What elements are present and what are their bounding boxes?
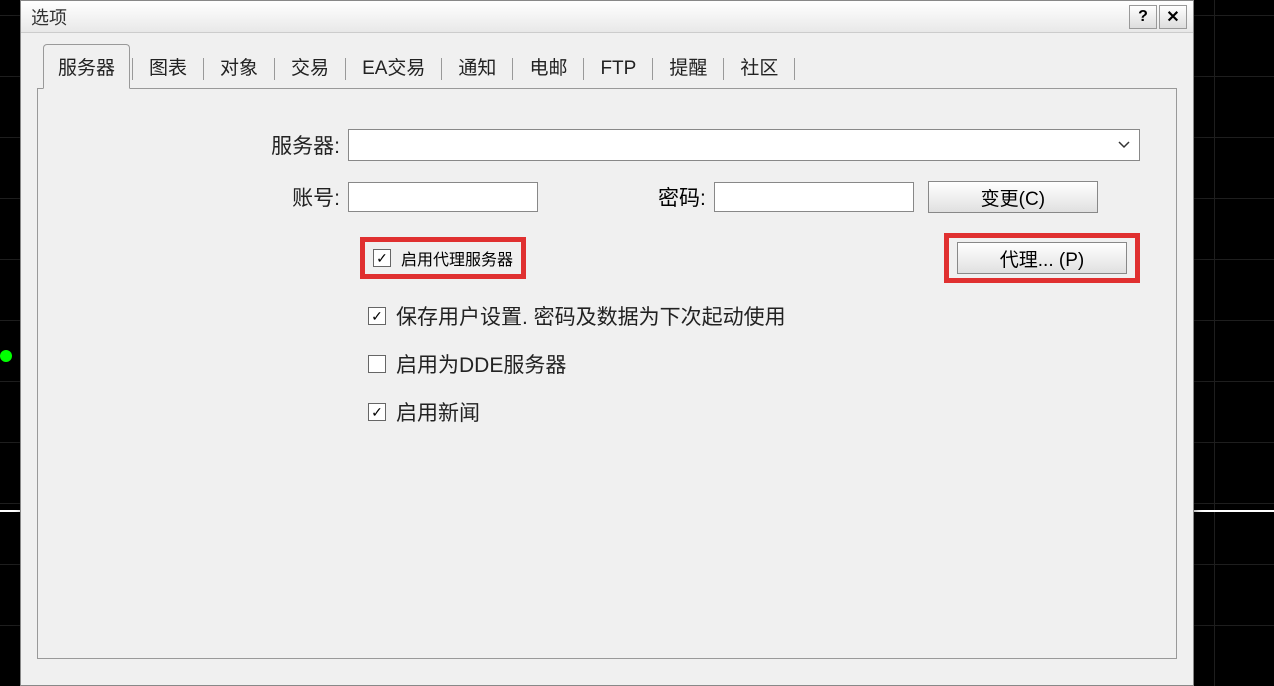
chevron-down-icon[interactable] <box>1111 132 1137 158</box>
highlight-proxy-button: 代理... (P) <box>944 233 1140 283</box>
server-label: 服务器: <box>68 130 348 160</box>
save-settings-label: 保存用户设置. 密码及数据为下次起动使用 <box>396 301 786 331</box>
server-row: 服务器: <box>68 129 1146 161</box>
titlebar: 选项 ? ✕ <box>21 1 1193 33</box>
enable-news-row: ✓ 启用新闻 <box>368 397 1146 427</box>
enable-dde-checkbox[interactable] <box>368 355 386 373</box>
tab-ea[interactable]: EA交易 <box>348 45 439 88</box>
password-label: 密码: <box>658 182 714 212</box>
server-combobox[interactable] <box>348 129 1140 161</box>
enable-dde-row: 启用为DDE服务器 <box>368 349 1146 379</box>
tab-chart[interactable]: 图表 <box>135 45 201 88</box>
proxy-button[interactable]: 代理... (P) <box>957 242 1127 274</box>
tab-separator <box>274 58 275 80</box>
enable-dde-label: 启用为DDE服务器 <box>396 349 566 379</box>
chart-marker <box>0 350 12 362</box>
password-input[interactable] <box>714 182 914 212</box>
account-input[interactable] <box>348 182 538 212</box>
save-settings-checkbox[interactable]: ✓ <box>368 307 386 325</box>
tab-ftp[interactable]: FTP <box>586 50 650 88</box>
tab-panel-server: 服务器: 账号: 密码: 变更(C) ✓ 启用代理服务器 <box>37 89 1177 659</box>
tab-separator <box>652 58 653 80</box>
dialog-title: 选项 <box>27 4 1127 30</box>
tab-strip: 服务器 图表 对象 交易 EA交易 通知 电邮 FTP 提醒 社区 <box>37 49 1177 89</box>
account-row: 账号: 密码: 变更(C) <box>68 181 1146 213</box>
tab-notify[interactable]: 通知 <box>444 45 510 88</box>
tab-server[interactable]: 服务器 <box>43 44 130 89</box>
tab-object[interactable]: 对象 <box>206 45 272 88</box>
close-icon: ✕ <box>1166 7 1179 27</box>
highlight-enable-proxy: ✓ 启用代理服务器 <box>360 237 526 279</box>
account-label: 账号: <box>68 182 348 212</box>
tab-alert[interactable]: 提醒 <box>655 45 721 88</box>
help-button[interactable]: ? <box>1129 5 1157 29</box>
proxy-row: ✓ 启用代理服务器 代理... (P) <box>68 233 1146 283</box>
change-button[interactable]: 变更(C) <box>928 181 1098 213</box>
tab-separator <box>583 58 584 80</box>
help-icon: ? <box>1138 8 1148 26</box>
enable-news-label: 启用新闻 <box>396 397 480 427</box>
tab-separator <box>794 58 795 80</box>
enable-proxy-label: 启用代理服务器 <box>401 246 513 270</box>
tab-community[interactable]: 社区 <box>726 45 792 88</box>
dialog-body: 服务器 图表 对象 交易 EA交易 通知 电邮 FTP 提醒 社区 服务器: <box>21 33 1193 685</box>
tab-separator <box>723 58 724 80</box>
tab-separator <box>132 58 133 80</box>
tab-email[interactable]: 电邮 <box>515 45 581 88</box>
tab-separator <box>441 58 442 80</box>
save-settings-row: ✓ 保存用户设置. 密码及数据为下次起动使用 <box>368 301 1146 331</box>
tab-separator <box>345 58 346 80</box>
enable-proxy-checkbox[interactable]: ✓ <box>373 249 391 267</box>
enable-news-checkbox[interactable]: ✓ <box>368 403 386 421</box>
close-button[interactable]: ✕ <box>1159 5 1187 29</box>
options-dialog: 选项 ? ✕ 服务器 图表 对象 交易 EA交易 通知 电邮 FTP 提醒 <box>20 0 1194 686</box>
tab-separator <box>203 58 204 80</box>
tab-trade[interactable]: 交易 <box>277 45 343 88</box>
tab-separator <box>512 58 513 80</box>
